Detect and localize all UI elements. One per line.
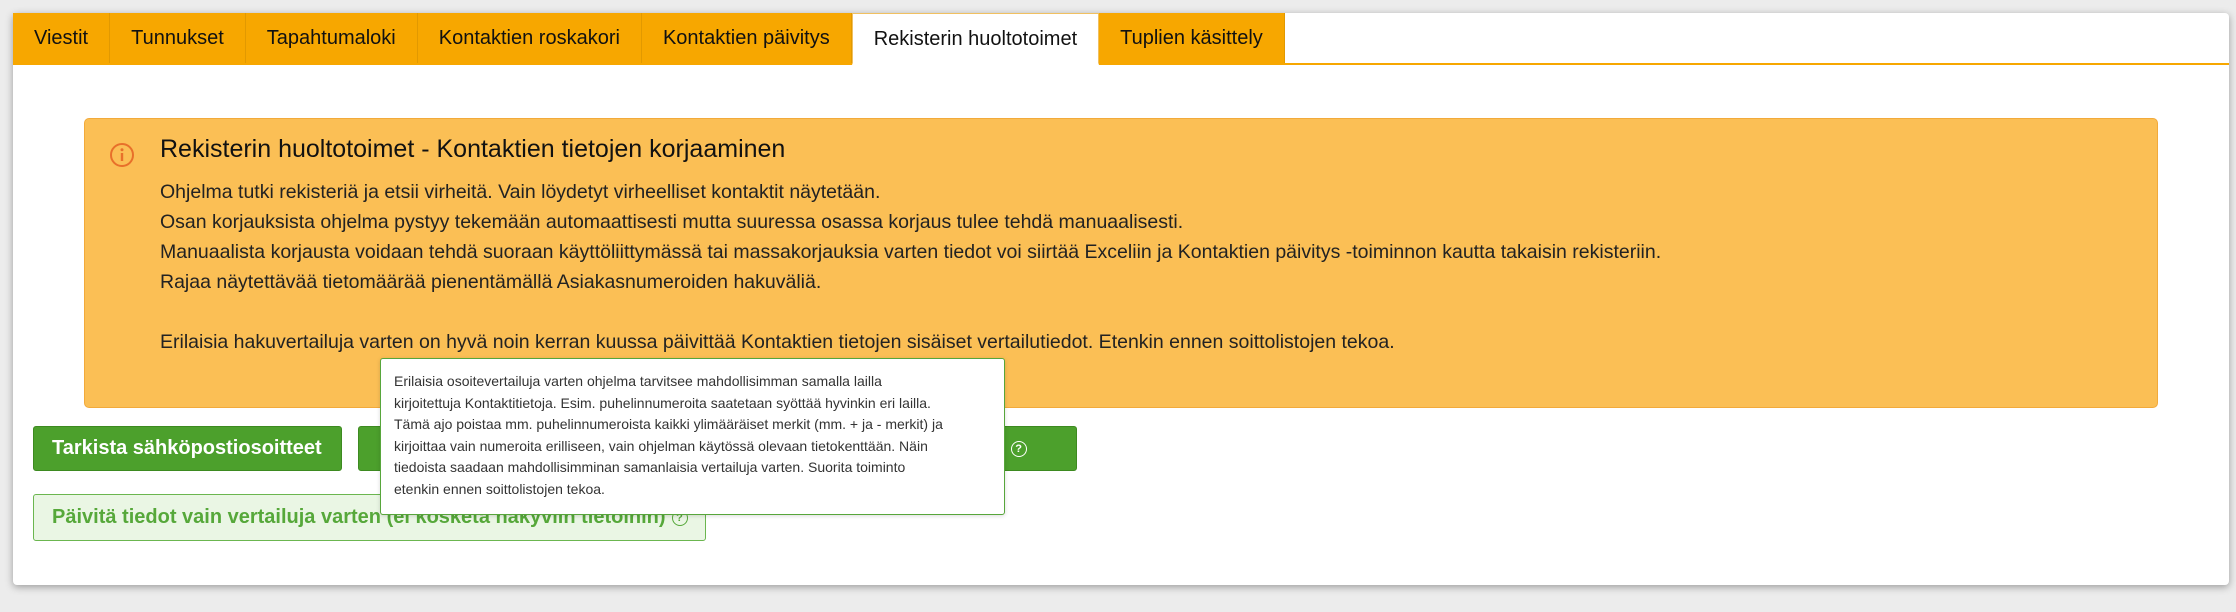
- tooltip-line: Erilaisia osoitevertailuja varten ohjelm…: [394, 373, 882, 389]
- tab-tapahtumaloki[interactable]: Tapahtumaloki: [245, 13, 418, 63]
- notice-line: Rajaa näytettävää tietomäärää pienentämä…: [160, 271, 822, 293]
- info-icon: [109, 142, 135, 168]
- tab-rekisterin-huoltotoimet[interactable]: Rekisterin huoltotoimet: [851, 13, 1100, 65]
- tab-tunnukset[interactable]: Tunnukset: [110, 13, 246, 63]
- tab-kontaktien-paivitys[interactable]: Kontaktien päivitys: [641, 13, 852, 63]
- tab-bar: Viestit Tunnukset Tapahtumaloki Kontakti…: [13, 13, 2229, 65]
- notice-line: Ohjelma tutki rekisteriä ja etsii virhei…: [160, 181, 881, 203]
- notice-line: [160, 297, 1661, 327]
- tooltip-line: kirjoitettuja Kontaktitietoja. Esim. puh…: [394, 394, 931, 411]
- tooltip-line: kirjoittaa vain numeroita erilliseen, va…: [394, 437, 928, 454]
- tab-viestit[interactable]: Viestit: [13, 13, 111, 63]
- notice-line: Osan korjauksista ohjelma pystyy tekemää…: [160, 211, 1184, 233]
- notice-line: Erilaisia hakuvertailuja varten on hyvä …: [160, 331, 1395, 353]
- notice-title: Rekisterin huoltotoimet - Kontaktien tie…: [160, 135, 786, 163]
- notice-text: Ohjelma tutki rekisteriä ja etsii virhei…: [160, 177, 1661, 357]
- tooltip-line: tiedoista saadaan mahdollisimminan saman…: [394, 459, 906, 475]
- notice-line: Manuaalista korjausta voidaan tehdä suor…: [160, 241, 1662, 263]
- question-circle-icon[interactable]: ?: [1010, 440, 1027, 457]
- tab-tuplien-kasittely[interactable]: Tuplien käsittely: [1099, 13, 1285, 63]
- tooltip-line: Tämä ajo poistaa mm. puhelinnumeroista k…: [394, 416, 943, 432]
- tab-kontaktien-roskakori[interactable]: Kontaktien roskakori: [417, 13, 642, 63]
- main-panel: Viestit Tunnukset Tapahtumaloki Kontakti…: [13, 13, 2229, 585]
- check-emails-button[interactable]: Tarkista sähköpostiosoitteet: [33, 426, 342, 471]
- help-tooltip: Erilaisia osoitevertailuja varten ohjelm…: [380, 358, 1005, 515]
- check-emails-label: Tarkista sähköpostiosoitteet: [52, 437, 322, 459]
- tooltip-line: etenkin ennen soittolistojen tekoa.: [394, 480, 605, 497]
